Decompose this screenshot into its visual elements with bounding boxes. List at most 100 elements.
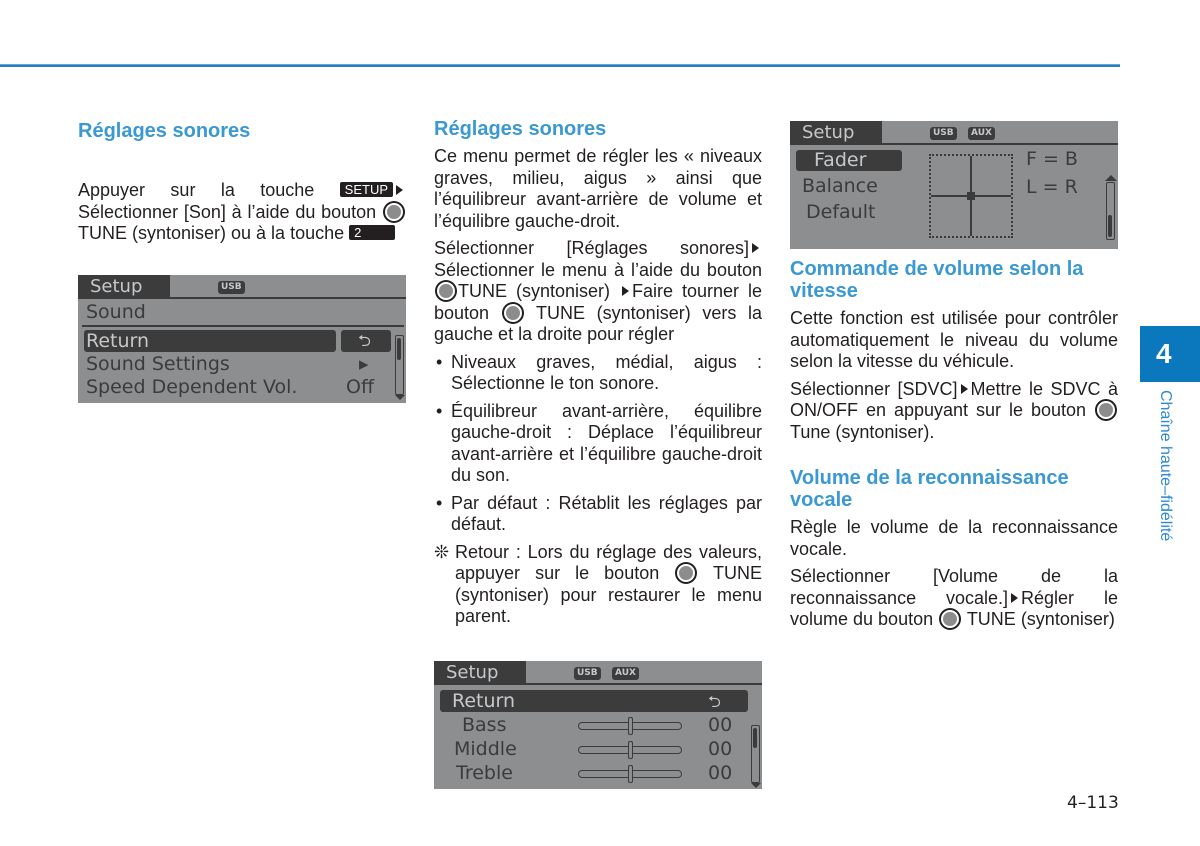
menu-row-speed-dependent-vol[interactable]: Speed Dependent Vol. [86,376,297,398]
instruction-text-2: Sélectionner le menu à l’aide du bouton [434,259,762,280]
section-heading: Commande de volume selon la vitesse [790,258,1084,302]
arrow-right-icon [752,243,759,253]
chapter-title-text: Chaîne haute–fidélité [1157,390,1174,542]
section-heading: Réglages sonores [434,118,607,140]
return-icon: ⮌ [708,692,721,711]
bass-slider-knob[interactable] [627,717,633,735]
screen-header: Setup USB [78,275,406,299]
scroll-down-icon [751,783,761,788]
slider-label-middle: Middle [454,738,517,760]
aux-chip: AUX [968,127,995,140]
scrollbar-thumb[interactable] [397,338,401,360]
column-3: Commande de volume selon la vitesse Cett… [790,258,1118,631]
usb-chip: USB [930,127,957,140]
number-key-badge: 2 [349,225,396,240]
setup-key-badge: SETUP [339,182,393,197]
tune-knob-icon [1097,401,1115,419]
scrollbar[interactable] [751,725,760,783]
screen-tab: Setup [78,275,170,299]
section-heading: Volume de la reconnaissance vocale [790,467,1069,511]
voice-volume-description: Règle le volume de la reconnaissance voc… [790,517,1118,559]
intro-paragraph: Appuyer sur la touche SETUP Sélectionner… [78,180,406,245]
usb-chip: USB [218,281,245,294]
screen-tab: Setup [790,121,882,145]
scrollbar[interactable] [395,335,404,395]
description-paragraph: Ce menu permet de régler les « niveaux g… [434,146,762,231]
menu-row-return[interactable]: Return [86,330,149,352]
bullet-list: • Niveaux graves, médial, aigus : Sélecti… [434,352,762,536]
middle-slider-knob[interactable] [627,741,633,759]
list-item-text: Équilibreur avant-arrière, équilibre gau… [451,400,762,486]
sdvc-text-1: Sélectionner [SDVC] [790,378,958,399]
balance-readout: L = R [1026,176,1078,198]
screen-header: Setup USB AUX [790,121,1118,145]
instruction-text-1: Sélectionner [Réglages sonores] [434,238,749,258]
tune-knob-icon [384,202,403,221]
menu-item-balance[interactable]: Balance [802,175,878,197]
instructions-paragraph: Sélectionner [Réglages sonores] Sélectio… [434,238,762,346]
menu-row-return[interactable]: Return [452,690,515,712]
sdvc-text-3: Tune (syntoniser). [790,421,935,442]
tune-knob-icon [941,610,960,628]
fader-readout: F = B [1026,148,1078,170]
scrollbar-thumb[interactable] [1108,215,1112,237]
intro-text-3: TUNE (syntoniser) ou à la touche [78,223,345,243]
slider-label-treble: Treble [456,762,513,784]
treble-slider-knob[interactable] [627,765,633,783]
middle-value: 00 [708,738,733,760]
column-1: Réglages sonores Appuyer sur la touche S… [78,120,406,245]
tone-settings-screen: Setup USB AUX Return ⮌ Bass 00 Middle 00… [434,661,762,789]
chevron-right-icon: ▸ [359,353,369,375]
tune-knob-icon [503,303,522,322]
header-rule [0,64,1120,67]
screen-header: Setup USB AUX [434,661,762,685]
voice-text-3: TUNE (syntoniser) [966,609,1115,629]
scrollbar-thumb[interactable] [753,728,757,748]
tune-knob-icon [437,282,455,300]
bullet-icon: • [436,351,443,372]
fader-balance-screen: Setup USB AUX Fader Balance Default F = … [790,121,1118,249]
return-icon: ⮌ [358,331,371,350]
arrow-right-icon [1011,592,1019,603]
menu-row-sound-settings[interactable]: Sound Settings [86,353,230,375]
screen-title: Sound [86,301,146,323]
list-item: • Par défaut : Rétablit les réglages par … [434,493,762,536]
chapter-title: Chaîne haute–fidélité [1152,390,1176,570]
menu-item-fader[interactable]: Fader [814,149,866,171]
arrow-right-icon [396,185,403,195]
list-item: • Équilibreur avant-arrière, équilibre ga… [434,401,762,487]
voice-volume-instructions: Sélectionner [Volume de la reconnaissanc… [790,566,1118,631]
chapter-number-tab[interactable]: 4 [1140,326,1200,382]
fader-balance-marker[interactable] [967,192,975,200]
note-paragraph: ❊ Retour : Lors du réglage des valeurs, … [434,542,762,628]
sdvc-instructions: Sélectionner [SDVC] Mettre le SDVC à ON/O… [790,379,1118,444]
bullet-icon: • [436,400,443,421]
note-mark-icon: ❊ [434,541,450,562]
divider [82,325,404,327]
speed-dependent-vol-value: Off [346,376,375,398]
column-2: Réglages sonores Ce menu permet de régle… [434,118,762,628]
instruction-text-3: TUNE (syntoniser) [458,281,610,301]
sdvc-description: Cette fonction est utilisée pour contrôl… [790,308,1118,371]
slider-label-bass: Bass [462,714,507,736]
list-item-text: Par défaut : Rétablit les réglages par d… [451,492,762,535]
sound-menu-screen: Setup USB Sound Return ⮌ Sound Settings … [78,275,406,403]
arrow-right-icon [960,383,968,394]
tune-knob-icon [677,564,696,582]
usb-chip: USB [574,667,601,680]
treble-value: 00 [708,762,733,784]
arrow-right-icon [621,286,629,296]
screen-tab: Setup [434,661,526,685]
scrollbar[interactable] [1106,182,1115,240]
intro-text-1: Appuyer sur la touche [78,180,315,200]
menu-item-default[interactable]: Default [806,201,875,223]
intro-text-2: Sélectionner [Son] à l’aide du bouton [78,201,377,222]
section-heading: Réglages sonores [78,120,251,142]
page-number: 4–113 [1067,793,1119,813]
list-item: • Niveaux graves, médial, aigus : Sélecti… [434,352,762,395]
fader-balance-grid[interactable] [929,154,1013,238]
bass-value: 00 [708,714,733,736]
scroll-up-icon [1105,175,1117,181]
aux-chip: AUX [612,667,639,680]
bullet-icon: • [436,492,443,513]
